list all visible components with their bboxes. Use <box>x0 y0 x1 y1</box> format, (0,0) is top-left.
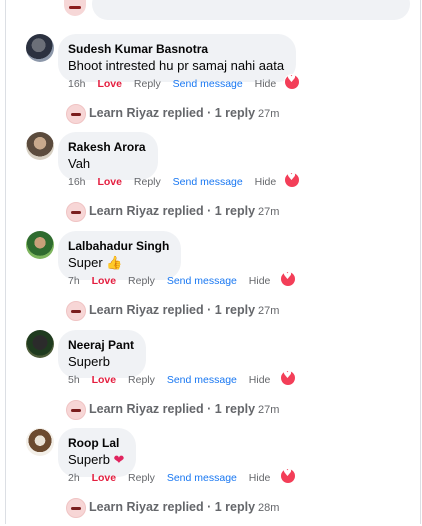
comment-text: Vah <box>68 156 91 171</box>
comments-panel: Sudesh Kumar Basnotra Bhoot intrested hu… <box>5 0 421 524</box>
comment: Sudesh Kumar Basnotra Bhoot intrested hu… <box>6 34 422 132</box>
reply-button[interactable]: Reply <box>128 275 155 287</box>
commenter-name[interactable]: Sudesh Kumar Basnotra <box>68 42 284 57</box>
learn-riyaz-avatar <box>66 104 86 124</box>
avatar[interactable] <box>26 132 54 160</box>
comment-bubble: Neeraj Pant Superb <box>58 330 147 378</box>
reply-summary: Learn Riyaz replied · 1 reply <box>89 402 256 416</box>
heart-reaction-icon[interactable] <box>280 370 296 386</box>
thumbs-up-icon: 👍 <box>106 256 123 271</box>
comment-time[interactable]: 16h <box>68 78 86 90</box>
hide-button[interactable]: Hide <box>255 78 277 90</box>
comment-time[interactable]: 2h <box>68 472 80 484</box>
comment-actions: 5h Love Reply Send message Hide <box>68 372 279 388</box>
avatar[interactable] <box>26 330 54 358</box>
comment-bubble: Sudesh Kumar Basnotra Bhoot intrested hu… <box>58 34 297 82</box>
comment-text: Bhoot intrested hu pr samaj nahi aata <box>68 58 285 73</box>
reply-summary: Learn Riyaz replied · 1 reply <box>89 106 256 120</box>
send-message-button[interactable]: Send message <box>173 176 243 188</box>
comment-bubble: Rakesh Arora Vah <box>58 132 158 180</box>
learn-riyaz-avatar <box>66 202 86 222</box>
love-button[interactable]: Love <box>92 374 117 386</box>
reply-summary: Learn Riyaz replied · 1 reply <box>89 500 256 514</box>
learn-riyaz-avatar <box>66 498 86 518</box>
heart-reaction-icon[interactable] <box>284 172 300 188</box>
comment-text: Superb <box>68 452 110 467</box>
previous-comment-bubble <box>92 0 410 20</box>
learn-riyaz-avatar <box>66 301 86 321</box>
love-button[interactable]: Love <box>97 78 122 90</box>
love-button[interactable]: Love <box>92 472 117 484</box>
comment: Rakesh Arora Vah 16h Love Reply Send mes… <box>6 132 422 230</box>
avatar[interactable] <box>26 34 54 62</box>
reply-time: 27m <box>258 206 280 218</box>
reply-time: 27m <box>258 108 280 120</box>
previous-reply-avatar <box>64 0 86 16</box>
avatar[interactable] <box>26 428 54 456</box>
comment-time[interactable]: 5h <box>68 374 80 386</box>
reply-time: 27m <box>258 305 280 317</box>
commenter-name[interactable]: Roop Lal <box>68 436 124 451</box>
reply-time: 28m <box>258 502 280 514</box>
reply-time: 27m <box>258 404 280 416</box>
heart-reaction-icon[interactable] <box>284 74 300 90</box>
send-message-button[interactable]: Send message <box>167 472 237 484</box>
comment-actions: 16h Love Reply Send message Hide <box>68 76 285 92</box>
reply-summary: Learn Riyaz replied · 1 reply <box>89 303 256 317</box>
hide-button[interactable]: Hide <box>249 374 271 386</box>
comment-actions: 2h Love Reply Send message Hide <box>68 470 279 486</box>
commenter-name[interactable]: Neeraj Pant <box>68 338 134 353</box>
comment-text: Super <box>68 255 103 270</box>
love-button[interactable]: Love <box>92 275 117 287</box>
heart-reaction-icon[interactable] <box>280 271 296 287</box>
comment-text: Superb <box>68 354 110 369</box>
hide-button[interactable]: Hide <box>249 472 271 484</box>
comment-actions: 7h Love Reply Send message Hide <box>68 273 279 289</box>
reply-button[interactable]: Reply <box>134 78 161 90</box>
commenter-name[interactable]: Lalbahadur Singh <box>68 239 169 254</box>
comment-time[interactable]: 16h <box>68 176 86 188</box>
love-button[interactable]: Love <box>97 176 122 188</box>
send-message-button[interactable]: Send message <box>173 78 243 90</box>
reply-button[interactable]: Reply <box>128 472 155 484</box>
reply-summary: Learn Riyaz replied · 1 reply <box>89 204 256 218</box>
send-message-button[interactable]: Send message <box>167 374 237 386</box>
comment-time[interactable]: 7h <box>68 275 80 287</box>
avatar[interactable] <box>26 231 54 259</box>
hide-button[interactable]: Hide <box>249 275 271 287</box>
learn-riyaz-avatar <box>66 400 86 420</box>
reply-button[interactable]: Reply <box>134 176 161 188</box>
comment: Neeraj Pant Superb 5h Love Reply Send me… <box>6 330 422 428</box>
hide-button[interactable]: Hide <box>255 176 277 188</box>
comment: Lalbahadur Singh Super 👍 7h Love Reply S… <box>6 231 422 329</box>
heart-reaction-icon[interactable] <box>280 468 296 484</box>
comment-actions: 16h Love Reply Send message Hide <box>68 174 285 190</box>
comment: Roop Lal Superb ❤ 2h Love Reply Send mes… <box>6 428 422 526</box>
red-heart-icon: ❤ <box>113 453 125 468</box>
reply-button[interactable]: Reply <box>128 374 155 386</box>
send-message-button[interactable]: Send message <box>167 275 237 287</box>
commenter-name[interactable]: Rakesh Arora <box>68 140 146 155</box>
